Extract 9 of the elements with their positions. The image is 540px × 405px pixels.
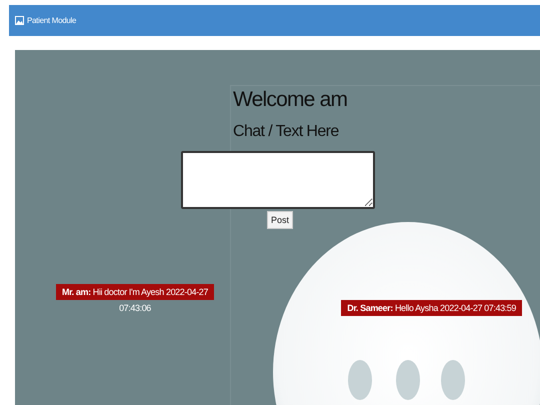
chat-message: Dr. Sameer: Hello Aysha 2022-04-27 07:43:59: [341, 300, 522, 316]
header-title: Patient Module: [27, 16, 76, 25]
post-button[interactable]: Post: [267, 211, 294, 229]
message-time: 07:43:06: [119, 303, 151, 313]
chat-prompt-label: Chat / Text Here: [233, 122, 339, 142]
welcome-heading: Welcome am: [233, 87, 348, 112]
chat-message: Mr. am: Hii doctor I'm Ayesh 2022-04-27: [56, 284, 214, 300]
image-icon: [15, 16, 24, 25]
chat-input-field[interactable]: [181, 151, 375, 209]
